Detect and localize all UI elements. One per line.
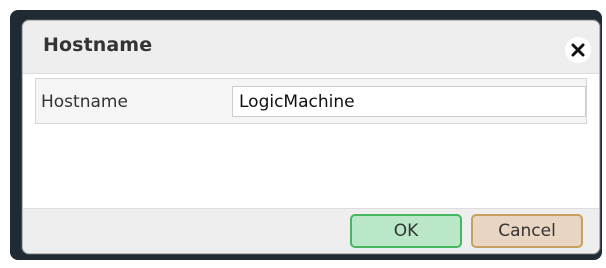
hostname-form-row: Hostname: [35, 78, 587, 124]
hostname-label: Hostname: [41, 92, 128, 112]
dialog-footer: OK Cancel: [23, 208, 599, 253]
dialog-title: Hostname: [43, 34, 153, 56]
dialog-body: Hostname: [35, 78, 587, 226]
dialog-header: Hostname: [23, 21, 599, 74]
screen: Hostname Hostname OK Cancel: [0, 0, 606, 268]
ok-button[interactable]: OK: [350, 214, 462, 248]
cancel-button[interactable]: Cancel: [471, 214, 583, 248]
close-button[interactable]: [565, 37, 591, 63]
hostname-input[interactable]: [232, 86, 586, 117]
close-icon: [571, 43, 585, 57]
hostname-dialog: Hostname Hostname OK Cancel: [22, 20, 600, 254]
